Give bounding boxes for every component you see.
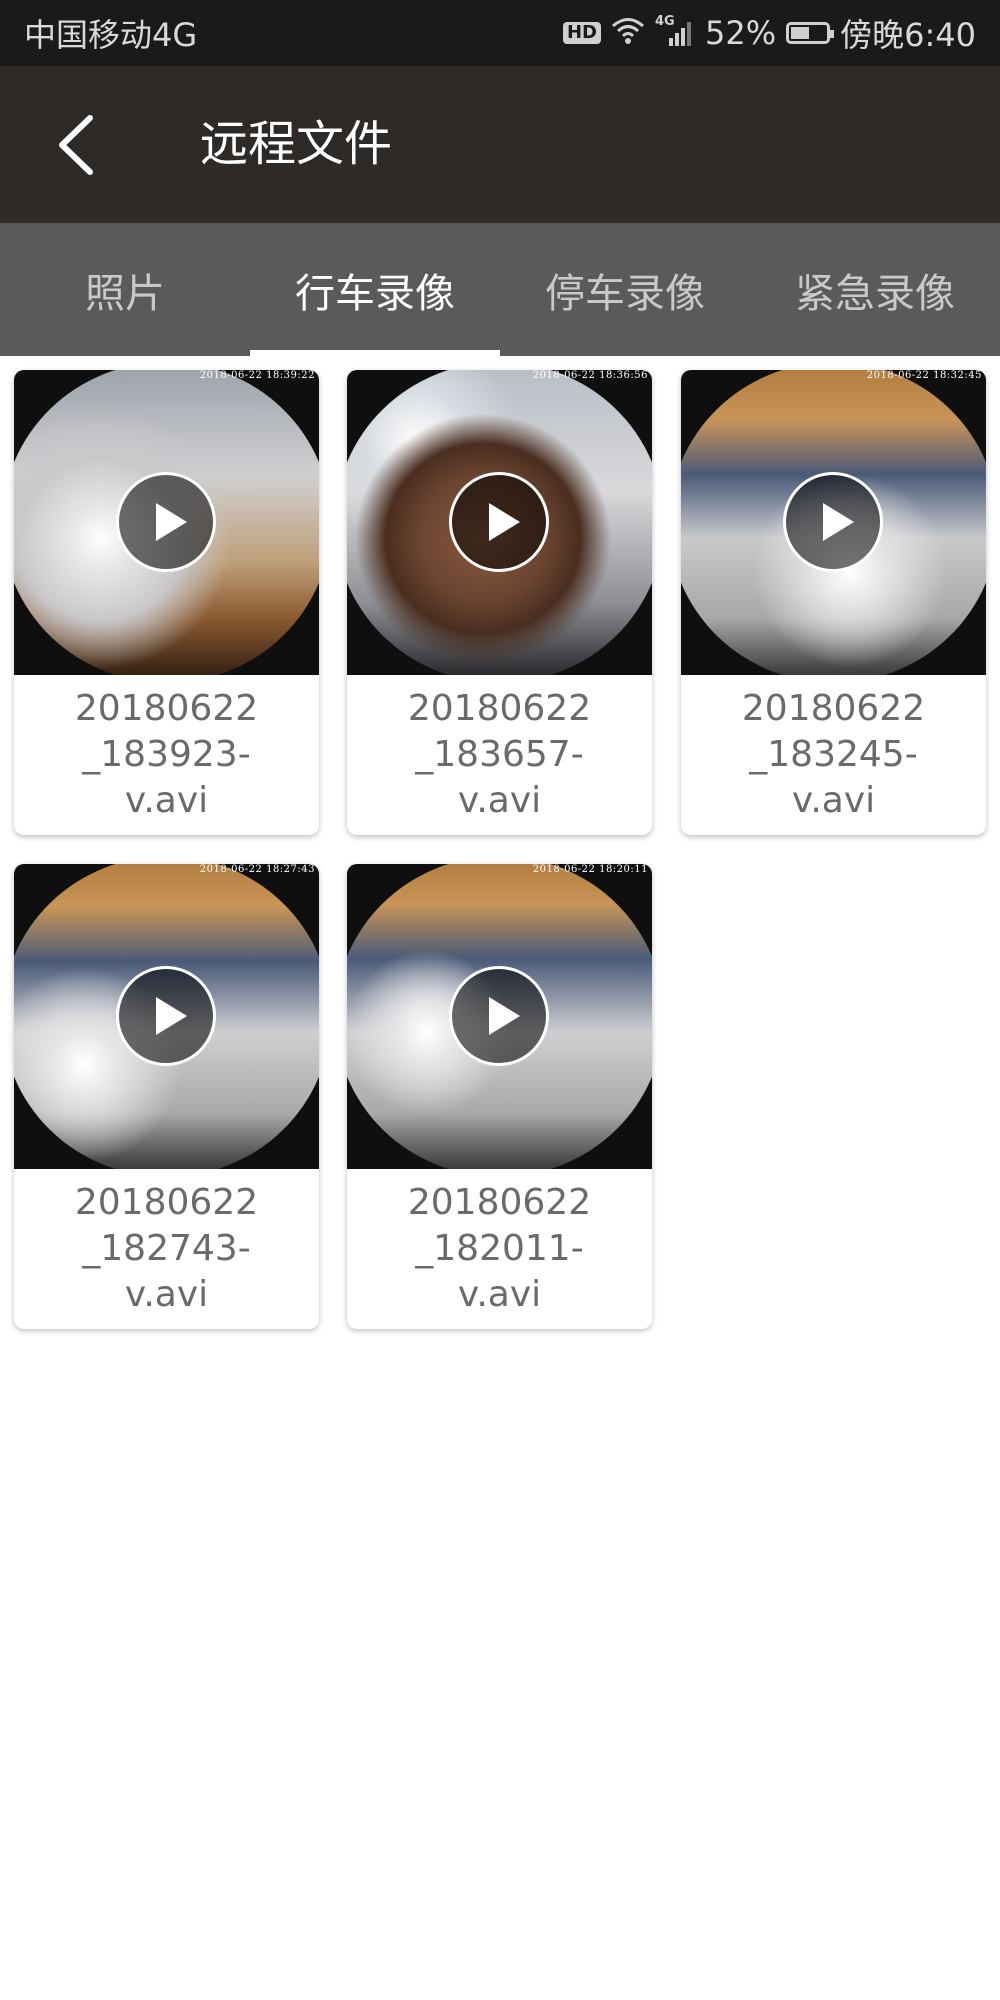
filename-line: 20180622	[407, 688, 592, 729]
video-filename: 20180622 _183245- v.avi	[681, 675, 986, 835]
play-icon	[156, 503, 187, 541]
battery-percent: 52%	[705, 14, 777, 52]
filename-line: 20180622	[74, 1182, 259, 1223]
play-button[interactable]	[449, 472, 549, 572]
filename-line: 20180622	[741, 688, 926, 729]
video-timestamp: 2018-06-22 18:32:45	[866, 370, 982, 381]
clock: 傍晚6:40	[840, 16, 976, 54]
play-icon	[823, 503, 854, 541]
filename-line: 20180622	[74, 688, 259, 729]
filename-line: v.avi	[124, 780, 209, 821]
filename-line: _183657-	[415, 734, 584, 775]
app-bar: 远程文件	[0, 66, 1000, 223]
filename-line: _183923-	[82, 734, 251, 775]
filename-line: _183245-	[749, 734, 918, 775]
video-thumbnail[interactable]: 2018-06-22 18:27:43	[14, 864, 319, 1169]
video-timestamp: 2018-06-22 18:39:22	[199, 370, 315, 381]
play-icon	[489, 997, 520, 1035]
video-timestamp: 2018-06-22 18:27:43	[199, 864, 315, 875]
video-filename: 20180622 _183923- v.avi	[14, 675, 319, 835]
back-button[interactable]	[50, 112, 110, 178]
chevron-left-icon	[59, 115, 93, 175]
battery-fill	[791, 27, 810, 39]
tab-label: 停车录像	[545, 270, 705, 317]
tab-driving-recordings[interactable]: 行车录像	[250, 223, 500, 356]
video-filename: 20180622 _182743- v.avi	[14, 1169, 319, 1329]
video-thumbnail[interactable]: 2018-06-22 18:32:45	[681, 370, 986, 675]
page-title: 远程文件	[200, 116, 393, 172]
video-timestamp: 2018-06-22 18:36:56	[532, 370, 648, 381]
play-icon	[489, 503, 520, 541]
tab-label: 行车录像	[295, 270, 455, 317]
video-thumbnail[interactable]: 2018-06-22 18:36:56	[347, 370, 652, 675]
filename-line: 20180622	[407, 1182, 592, 1223]
play-button[interactable]	[783, 472, 883, 572]
video-card[interactable]: 2018-06-22 18:32:45 20180622 _183245- v.…	[681, 370, 986, 835]
hd-badge: HD	[562, 22, 601, 44]
filename-line: _182743-	[82, 1228, 251, 1269]
tab-label: 紧急录像	[795, 270, 955, 317]
play-button[interactable]	[116, 966, 216, 1066]
play-button[interactable]	[116, 472, 216, 572]
status-bar: 中国移动4G HD 4G 52% 傍晚6:40	[0, 0, 1000, 66]
video-filename: 20180622 _183657- v.avi	[347, 675, 652, 835]
filename-line: v.avi	[791, 780, 876, 821]
video-timestamp: 2018-06-22 18:20:11	[532, 864, 648, 875]
filename-line: v.avi	[457, 780, 542, 821]
tab-bar: 照片 行车录像 停车录像 紧急录像	[0, 223, 1000, 356]
video-thumbnail[interactable]: 2018-06-22 18:39:22	[14, 370, 319, 675]
wifi-icon	[611, 14, 645, 52]
filename-line: _182011-	[415, 1228, 584, 1269]
video-thumbnail[interactable]: 2018-06-22 18:20:11	[347, 864, 652, 1169]
video-card[interactable]: 2018-06-22 18:20:11 20180622 _182011- v.…	[347, 864, 652, 1329]
carrier-label: 中国移动4G	[24, 16, 198, 54]
video-filename: 20180622 _182011- v.avi	[347, 1169, 652, 1329]
active-tab-indicator	[250, 350, 500, 356]
status-icons: HD 4G 52% 傍晚6:40	[562, 10, 976, 56]
video-card[interactable]: 2018-06-22 18:27:43 20180622 _182743- v.…	[14, 864, 319, 1329]
play-icon	[156, 997, 187, 1035]
video-card[interactable]: 2018-06-22 18:39:22 20180622 _183923- v.…	[14, 370, 319, 835]
play-button[interactable]	[449, 966, 549, 1066]
filename-line: v.avi	[124, 1274, 209, 1315]
video-card[interactable]: 2018-06-22 18:36:56 20180622 _183657- v.…	[347, 370, 652, 835]
tab-emergency-recordings[interactable]: 紧急录像	[750, 223, 1000, 356]
filename-line: v.avi	[457, 1274, 542, 1315]
tab-photos[interactable]: 照片	[0, 223, 250, 356]
tab-label: 照片	[85, 270, 165, 317]
battery-icon	[786, 22, 835, 44]
cellular-signal-icon: 4G	[655, 14, 695, 48]
tab-parking-recordings[interactable]: 停车录像	[500, 223, 750, 356]
